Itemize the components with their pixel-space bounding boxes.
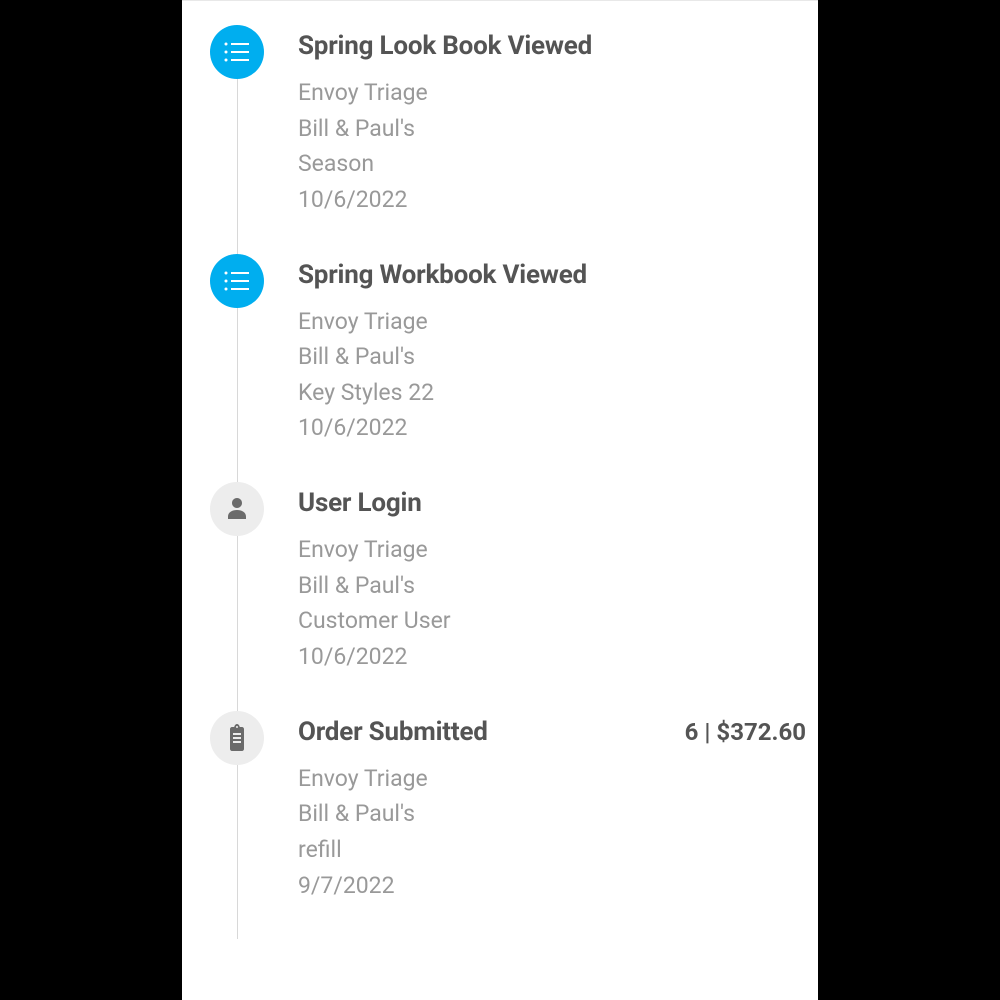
activity-details: Envoy Triage Bill & Paul's refill 9/7/20…	[298, 761, 806, 904]
detail-line: Envoy Triage	[298, 761, 806, 797]
timeline-content: Order Submitted 6 | $372.60 Envoy Triage…	[264, 711, 806, 904]
activity-meta: 6 | $372.60	[685, 718, 806, 746]
detail-line: Key Styles 22	[298, 375, 806, 411]
detail-line: 10/6/2022	[298, 410, 806, 446]
activity-title: Spring Look Book Viewed	[298, 31, 592, 61]
detail-line: 10/6/2022	[298, 182, 806, 218]
detail-line: Envoy Triage	[298, 75, 806, 111]
activity-details: Envoy Triage Bill & Paul's Customer User…	[298, 532, 806, 675]
clipboard-icon	[210, 711, 264, 765]
activity-details: Envoy Triage Bill & Paul's Key Styles 22…	[298, 304, 806, 447]
activity-feed: Spring Look Book Viewed Envoy Triage Bil…	[182, 0, 818, 1000]
activity-title: User Login	[298, 488, 422, 518]
timeline-item[interactable]: Spring Look Book Viewed Envoy Triage Bil…	[210, 25, 806, 254]
list-icon	[210, 25, 264, 79]
detail-line: Season	[298, 146, 806, 182]
user-icon	[210, 482, 264, 536]
timeline-item[interactable]: Order Submitted 6 | $372.60 Envoy Triage…	[210, 711, 806, 940]
detail-line: Bill & Paul's	[298, 111, 806, 147]
detail-line: 9/7/2022	[298, 868, 806, 904]
timeline-content: Spring Look Book Viewed Envoy Triage Bil…	[264, 25, 806, 218]
activity-title: Order Submitted	[298, 717, 488, 747]
timeline-item[interactable]: Spring Workbook Viewed Envoy Triage Bill…	[210, 254, 806, 483]
activity-details: Envoy Triage Bill & Paul's Season 10/6/2…	[298, 75, 806, 218]
detail-line: Envoy Triage	[298, 532, 806, 568]
detail-line: 10/6/2022	[298, 639, 806, 675]
detail-line: refill	[298, 832, 806, 868]
detail-line: Bill & Paul's	[298, 568, 806, 604]
list-icon	[210, 254, 264, 308]
detail-line: Bill & Paul's	[298, 339, 806, 375]
detail-line: Envoy Triage	[298, 304, 806, 340]
detail-line: Bill & Paul's	[298, 796, 806, 832]
activity-title: Spring Workbook Viewed	[298, 260, 587, 290]
timeline-content: Spring Workbook Viewed Envoy Triage Bill…	[264, 254, 806, 447]
detail-line: Customer User	[298, 603, 806, 639]
timeline-item[interactable]: User Login Envoy Triage Bill & Paul's Cu…	[210, 482, 806, 711]
timeline-content: User Login Envoy Triage Bill & Paul's Cu…	[264, 482, 806, 675]
